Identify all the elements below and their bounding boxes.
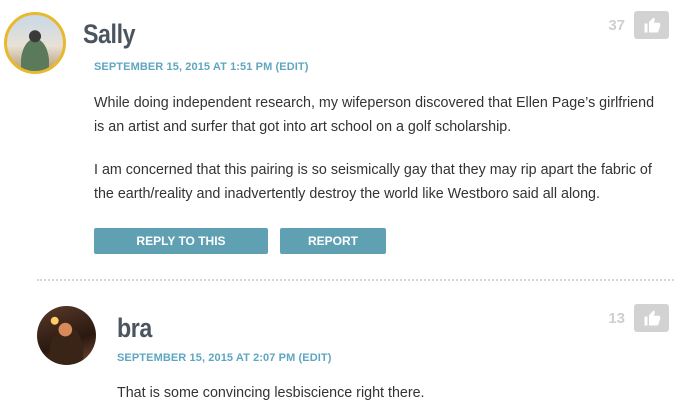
- comment-paragraph: I am concerned that this pairing is so s…: [94, 162, 652, 202]
- comment-author[interactable]: Sally: [83, 19, 135, 50]
- like-button[interactable]: [634, 11, 669, 39]
- report-user-button[interactable]: REPORT USER: [280, 228, 386, 274]
- avatar[interactable]: [4, 12, 66, 74]
- avatar[interactable]: [37, 306, 96, 365]
- edit-link[interactable]: (EDIT): [276, 61, 309, 73]
- comment-paragraph: While doing independent research, my wif…: [94, 95, 655, 135]
- comment-timestamp[interactable]: SEPTEMBER 15, 2015 AT 1:51 PM: [94, 61, 272, 73]
- comment-author[interactable]: bra: [117, 313, 152, 344]
- like-count: 37: [608, 17, 625, 34]
- comment-divider: [37, 279, 674, 281]
- comment-paragraph: That is some convincing lesbiscience rig…: [117, 385, 425, 401]
- edit-link[interactable]: (EDIT): [299, 352, 332, 364]
- comment-meta: SEPTEMBER 15, 2015 AT 2:07 PM (EDIT): [117, 352, 332, 364]
- like-count: 13: [608, 310, 625, 327]
- thumbs-up-icon: [644, 310, 660, 326]
- comment-timestamp[interactable]: SEPTEMBER 15, 2015 AT 2:07 PM: [117, 352, 295, 364]
- reply-button[interactable]: REPLY TO THIS COMMENT: [94, 228, 268, 274]
- thumbs-up-icon: [644, 17, 660, 33]
- like-button[interactable]: [634, 304, 669, 332]
- comment-meta: SEPTEMBER 15, 2015 AT 1:51 PM (EDIT): [94, 61, 309, 73]
